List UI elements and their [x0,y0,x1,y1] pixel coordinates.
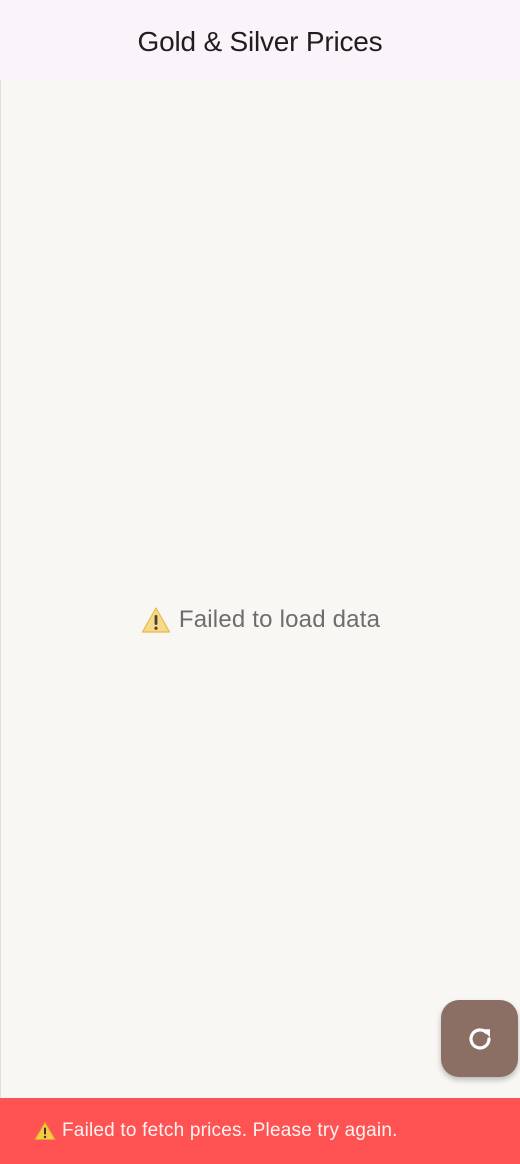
main-content: Failed to load data [0,80,520,1098]
warning-icon [141,606,171,634]
page-title: Gold & Silver Prices [137,26,383,57]
app-bar: Gold & Silver Prices [0,0,520,80]
refresh-button[interactable] [441,1000,518,1077]
warning-icon [34,1121,56,1141]
error-snackbar: Failed to fetch prices. Please try again… [0,1098,520,1164]
error-state: Failed to load data [1,606,520,634]
snackbar-message: Failed to fetch prices. Please try again… [62,1120,398,1141]
refresh-icon [465,1024,495,1054]
error-message: Failed to load data [178,606,381,633]
